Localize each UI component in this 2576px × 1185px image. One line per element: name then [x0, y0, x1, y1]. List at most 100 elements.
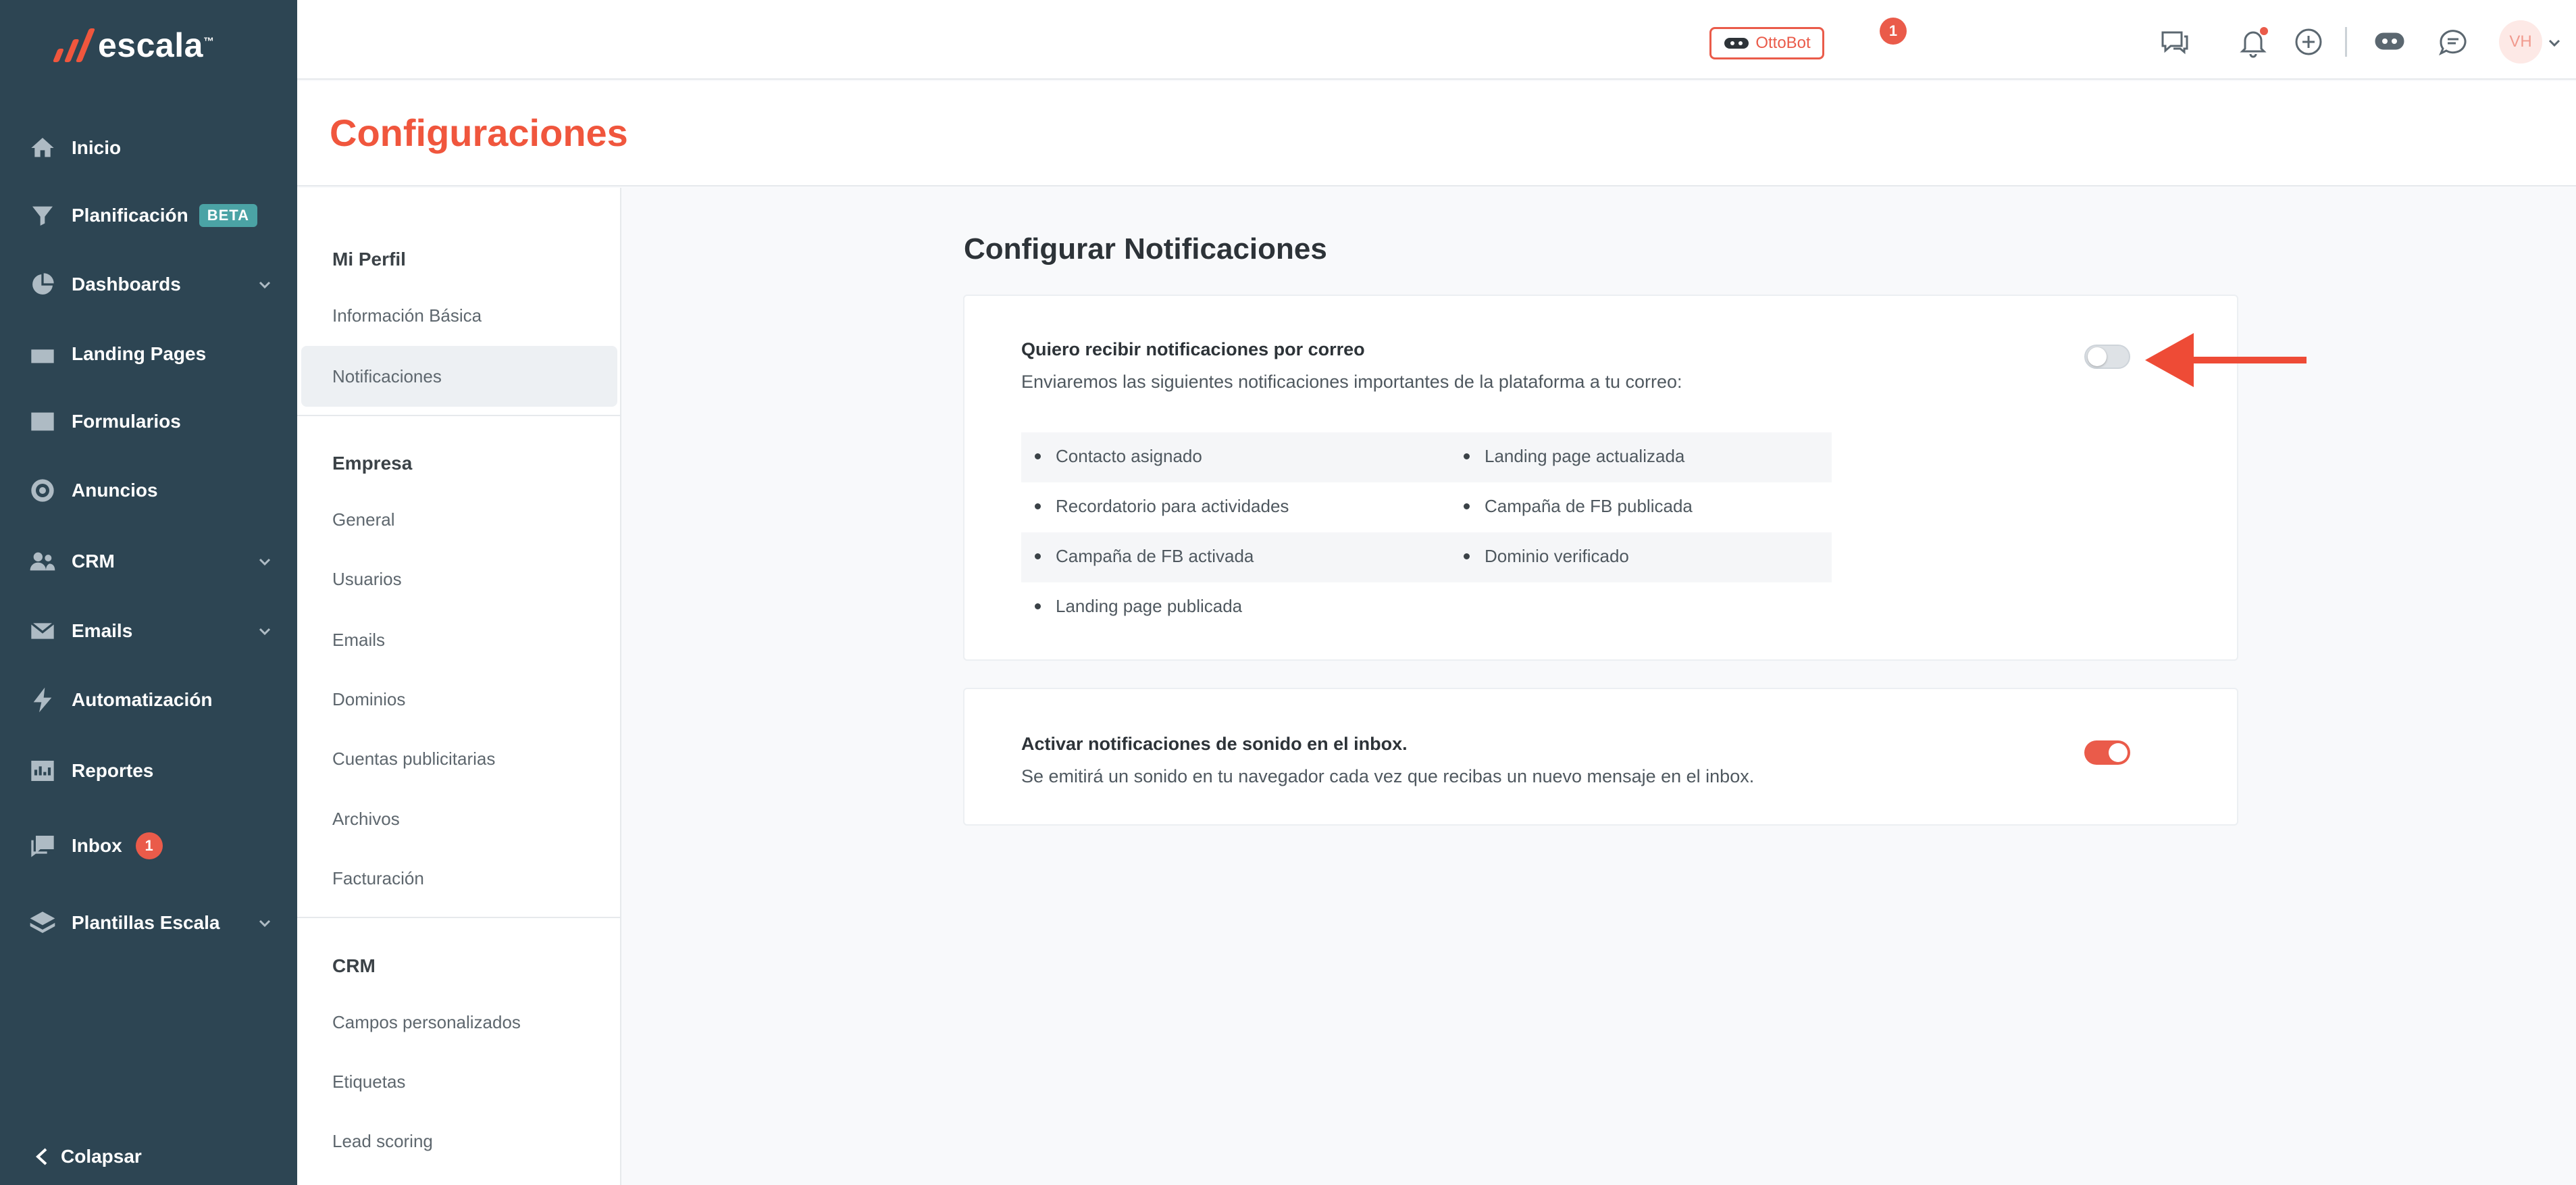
subnav-heading-crm: CRM — [332, 955, 376, 976]
collapse-label: Colapsar — [61, 1146, 142, 1167]
ottobot-button[interactable]: OttoBot — [1709, 27, 1824, 59]
subnav-item-archivos[interactable]: Archivos — [332, 809, 400, 830]
subnav-heading-mi-perfil: Mi Perfil — [332, 249, 406, 270]
settings-subnav — [297, 188, 621, 1185]
messages-badge: 1 — [1880, 18, 1907, 45]
chat-icon — [28, 832, 57, 860]
topbar-divider — [2345, 27, 2347, 57]
support-button[interactable] — [2434, 23, 2472, 61]
sidebar: escala™ Inicio Planificación BETA Dashbo… — [0, 0, 297, 1185]
filter-icon — [28, 201, 57, 230]
bot-icon — [1724, 38, 1749, 49]
ottobot-label: OttoBot — [1755, 34, 1811, 52]
bolt-icon — [28, 686, 57, 714]
sidebar-item-label: Automatización — [72, 689, 213, 710]
sidebar-item-planificacion[interactable]: Planificación BETA — [0, 188, 297, 243]
avatar[interactable]: VH — [2499, 20, 2542, 64]
escala-logo[interactable]: escala™ — [52, 22, 215, 69]
sidebar-item-label: Dashboards — [72, 274, 181, 295]
subnav-heading-empresa: Empresa — [332, 453, 413, 474]
sidebar-item-label: Inicio — [72, 137, 122, 158]
subnav-item-usuarios[interactable]: Usuarios — [332, 569, 402, 590]
collapse-sidebar-button[interactable]: Colapsar — [34, 1146, 142, 1167]
browser-icon — [28, 340, 57, 368]
email-notifications-toggle[interactable] — [2084, 345, 2130, 369]
sidebar-item-anuncios[interactable]: Anuncios — [0, 463, 297, 518]
notification-item: Recordatorio para actividades — [1035, 496, 1289, 517]
sidebar-item-landing-pages[interactable]: Landing Pages — [0, 327, 297, 381]
subnav-item-facturacion[interactable]: Facturación — [332, 868, 424, 889]
page-title: Configuraciones — [330, 111, 628, 154]
sidebar-item-formularios[interactable]: Formularios — [0, 395, 297, 449]
notification-item: Contacto asignado — [1035, 446, 1202, 467]
subnav-divider — [297, 917, 621, 918]
sidebar-item-label: Plantillas Escala — [72, 912, 220, 933]
email-notifications-title: Quiero recibir notificaciones por correo — [1021, 339, 1365, 359]
sidebar-item-label: Reportes — [72, 760, 154, 781]
envelope-icon — [28, 617, 57, 645]
notification-item: Campaña de FB activada — [1035, 546, 1254, 567]
subnav-item-etiquetas[interactable]: Etiquetas — [332, 1071, 405, 1092]
subnav-item-informacion-basica[interactable]: Información Básica — [332, 305, 482, 326]
support-chat-icon — [2439, 30, 2467, 56]
sound-notifications-description: Se emitirá un sonido en tu navegador cad… — [1021, 766, 1755, 786]
notification-dot — [2260, 27, 2268, 35]
sidebar-item-automatizacion[interactable]: Automatización — [0, 673, 297, 727]
notification-item: Landing page actualizada — [1464, 446, 1684, 467]
sidebar-item-label: Landing Pages — [72, 343, 207, 364]
users-icon — [28, 547, 57, 576]
logo-text: escala — [98, 26, 203, 64]
sidebar-item-reportes[interactable]: Reportes — [0, 744, 297, 798]
layers-icon — [28, 909, 57, 937]
trademark: ™ — [203, 36, 215, 48]
subnav-item-emails[interactable]: Emails — [332, 630, 385, 651]
toggle-knob — [2088, 347, 2107, 366]
chevron-left-icon — [36, 1148, 47, 1165]
sidebar-item-inicio[interactable]: Inicio — [0, 121, 297, 175]
sound-notifications-title: Activar notificaciones de sonido en el i… — [1021, 734, 1408, 754]
sidebar-item-label: Anuncios — [72, 480, 158, 501]
sidebar-item-label: Formularios — [72, 411, 181, 432]
chevron-down-icon — [257, 553, 273, 570]
sidebar-item-label: Planificación — [72, 205, 188, 226]
sidebar-item-label: Inbox — [72, 835, 122, 856]
notification-item: Campaña de FB publicada — [1464, 496, 1693, 517]
subnav-item-cuentas-publicitarias[interactable]: Cuentas publicitarias — [332, 749, 495, 770]
subnav-item-general[interactable]: General — [332, 509, 395, 530]
messages-icon — [2161, 31, 2188, 55]
target-icon — [28, 476, 57, 505]
form-icon — [28, 407, 57, 436]
sidebar-item-label: CRM — [72, 551, 115, 572]
chevron-down-icon — [257, 276, 273, 293]
pie-chart-icon — [28, 270, 57, 299]
messages-button[interactable] — [2155, 23, 2192, 61]
notification-item: Landing page publicada — [1035, 596, 1242, 617]
sidebar-item-label: Emails — [72, 620, 133, 641]
subnav-item-lead-scoring[interactable]: Lead scoring — [332, 1131, 433, 1152]
subnav-item-campos-personalizados[interactable]: Campos personalizados — [332, 1012, 521, 1033]
page-header — [297, 81, 2576, 186]
subnav-item-dominios[interactable]: Dominios — [332, 689, 405, 710]
home-icon — [28, 134, 57, 162]
toggle-knob — [2109, 743, 2128, 762]
sidebar-item-plantillas-escala[interactable]: Plantillas Escala — [0, 896, 297, 950]
beta-badge: BETA — [199, 204, 257, 227]
notification-item: Dominio verificado — [1464, 546, 1629, 567]
plus-circle-icon — [2295, 28, 2322, 55]
subnav-item-notificaciones[interactable]: Notificaciones — [332, 366, 442, 387]
sound-notifications-toggle[interactable] — [2084, 740, 2130, 765]
sidebar-item-inbox[interactable]: Inbox 1 — [0, 819, 297, 873]
inbox-count-badge: 1 — [135, 832, 163, 859]
bot-icon — [2375, 32, 2404, 50]
create-button[interactable] — [2290, 23, 2327, 61]
report-icon — [28, 757, 57, 785]
sidebar-item-emails[interactable]: Emails — [0, 604, 297, 658]
sidebar-item-dashboards[interactable]: Dashboards — [0, 257, 297, 311]
chevron-down-icon — [257, 915, 273, 931]
sidebar-item-crm[interactable]: CRM — [0, 534, 297, 588]
chevron-down-icon[interactable] — [2548, 38, 2561, 49]
bot-button[interactable] — [2371, 23, 2408, 61]
logo-mark-icon — [52, 28, 96, 62]
sound-notifications-card — [963, 688, 2238, 826]
email-notifications-description: Enviaremos las siguientes notificaciones… — [1021, 372, 1682, 392]
